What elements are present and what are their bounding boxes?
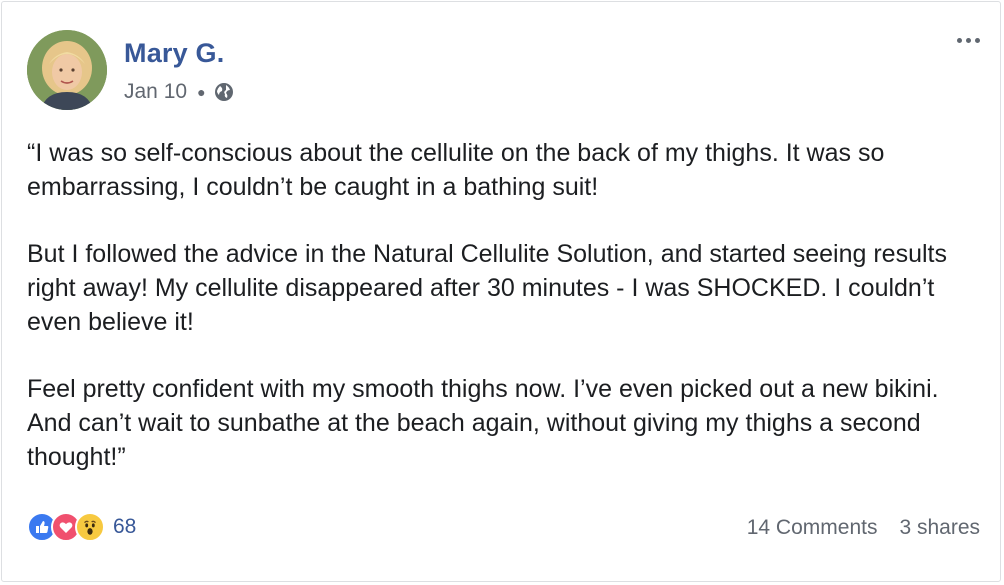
globe-icon[interactable] — [214, 82, 234, 102]
post-stats: 14 Comments 3 shares — [747, 516, 980, 540]
reactions-summary[interactable]: 68 — [27, 512, 136, 542]
avatar[interactable] — [27, 30, 107, 110]
more-options-icon[interactable] — [957, 38, 980, 43]
reaction-count[interactable]: 68 — [113, 515, 136, 539]
post-paragraph: “I was so self-conscious about the cellu… — [27, 139, 885, 201]
comments-link[interactable]: 14 Comments — [747, 516, 878, 540]
post-paragraph: Feel pretty confident with my smooth thi… — [27, 375, 939, 471]
post-body: “I was so self-conscious about the cellu… — [27, 136, 987, 507]
author-name[interactable]: Mary G. — [124, 38, 224, 69]
post-card: Mary G. Jan 10 ● “I was so self-consciou… — [1, 1, 1001, 582]
post-paragraph: But I followed the advice in the Natural… — [27, 240, 947, 336]
separator-dot: ● — [197, 84, 206, 100]
post-footer: 68 14 Comments 3 shares — [27, 512, 980, 548]
post-date[interactable]: Jan 10 — [124, 80, 187, 104]
avatar-photo — [27, 30, 107, 110]
shares-link[interactable]: 3 shares — [899, 516, 980, 540]
wow-icon — [75, 512, 105, 542]
post-meta: Jan 10 ● — [124, 80, 234, 104]
